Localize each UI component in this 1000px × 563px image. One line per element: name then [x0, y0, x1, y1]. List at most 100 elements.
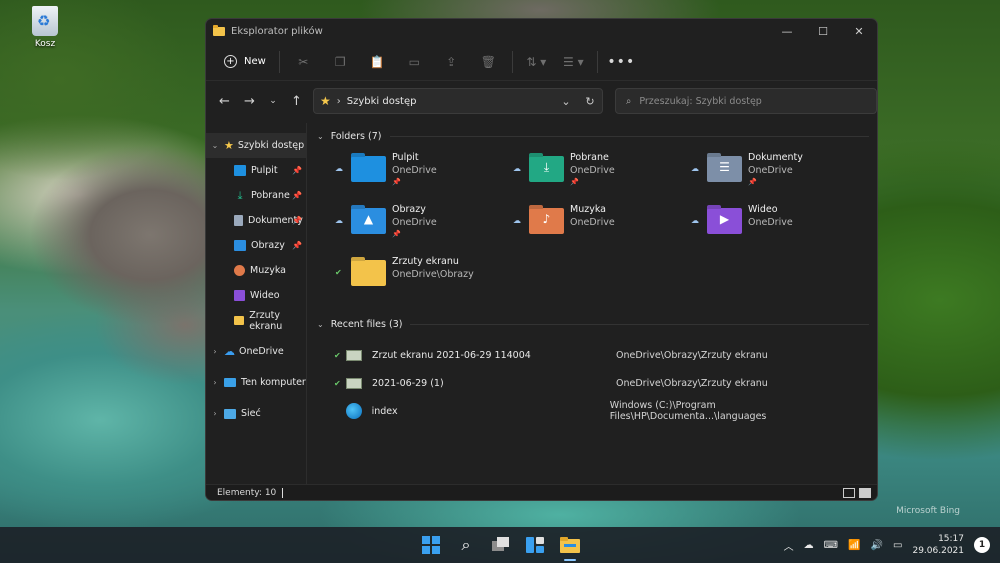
folder-tile[interactable]: ✔ Zrzuty ekranu OneDrive\Obrazy	[335, 251, 513, 303]
refresh-icon[interactable]: ↻	[578, 95, 602, 108]
clock[interactable]: 15:17 29.06.2021	[912, 533, 964, 557]
show-hidden-icons-chevron-icon[interactable]: ︿	[784, 538, 794, 553]
pictures-icon	[234, 240, 246, 251]
folder-tile[interactable]: ☁ ▶ Wideo OneDrive	[691, 199, 869, 251]
file-name: index	[371, 405, 398, 417]
details-view-icon[interactable]	[843, 487, 855, 498]
list-item[interactable]: ✔ Zrzut ekranu 2021-06-29 114004 OneDriv…	[315, 341, 869, 369]
image-file-icon	[346, 349, 362, 361]
task-view-icon[interactable]	[491, 535, 511, 555]
rename-icon[interactable]: ▭	[396, 49, 433, 75]
pin-icon: 📌	[292, 216, 302, 225]
folder-location: OneDrive	[748, 217, 793, 228]
breadcrumb-chevron-icon[interactable]: ›	[337, 96, 341, 107]
sidebar-item-wideo[interactable]: Wideo	[206, 283, 306, 308]
list-item[interactable]: ✔ 2021-06-29 (1) OneDrive\Obrazy\Zrzuty …	[315, 369, 869, 397]
sidebar-item-dokumenty[interactable]: Dokumenty 📌	[206, 208, 306, 233]
sidebar-item-pulpit[interactable]: Pulpit 📌	[206, 158, 306, 183]
collapse-chevron-icon[interactable]: ⌄	[317, 132, 324, 141]
sidebar-item-zrzuty-ekranu[interactable]: Zrzuty ekranu	[206, 308, 306, 333]
forward-arrow-icon[interactable]: →	[237, 88, 262, 114]
notification-badge[interactable]: 1	[974, 537, 990, 553]
new-button[interactable]: + New	[216, 49, 274, 75]
address-dropdown-icon[interactable]: ⌄	[554, 95, 578, 108]
volume-icon[interactable]: 🔊	[871, 540, 883, 551]
expand-chevron-icon[interactable]: ›	[206, 409, 224, 418]
onedrive-cloud-icon[interactable]: ☁	[804, 540, 814, 551]
pin-icon: 📌	[570, 178, 579, 186]
status-bar: Elementy: 10	[206, 484, 877, 500]
tiles-view-icon[interactable]	[859, 487, 871, 498]
copy-icon[interactable]: ❐	[322, 49, 359, 75]
star-icon: ★	[320, 94, 331, 108]
section-title: Recent files (3)	[330, 318, 403, 330]
search-placeholder: Przeszukaj: Szybki dostęp	[639, 95, 762, 107]
back-arrow-icon[interactable]: ←	[212, 88, 237, 114]
widgets-icon[interactable]	[525, 535, 545, 555]
folder-tile[interactable]: ☁ ▲ Obrazy OneDrive 📌	[335, 199, 513, 251]
wifi-icon[interactable]: 📶	[848, 540, 860, 551]
cloud-status-icon: ☁	[335, 216, 343, 225]
file-explorer-taskbar-icon[interactable]	[560, 535, 580, 555]
sort-icon[interactable]: ⇅ ▾	[518, 49, 555, 75]
sidebar-item-quick-access[interactable]: ⌄ ★ Szybki dostęp	[206, 133, 306, 158]
collapse-chevron-icon[interactable]: ⌄	[206, 141, 224, 150]
cloud-status-icon: ☁	[513, 164, 521, 173]
recent-locations-chevron-icon[interactable]: ⌄	[262, 88, 284, 114]
folder-location: OneDrive	[570, 217, 615, 228]
sidebar-item-label: Sieć	[241, 408, 261, 419]
pin-icon: 📌	[748, 178, 757, 186]
section-title: Folders (7)	[330, 130, 382, 142]
sidebar-item-obrazy[interactable]: Obrazy 📌	[206, 233, 306, 258]
folder-tile[interactable]: ☁ Pulpit OneDrive 📌	[335, 147, 513, 199]
start-button[interactable]	[421, 535, 441, 555]
sidebar-item-this-pc[interactable]: › Ten komputer	[206, 370, 306, 395]
search-icon[interactable]: ⌕	[456, 535, 476, 555]
folder-name: Dokumenty	[748, 152, 803, 163]
search-icon: ⌕	[626, 95, 632, 107]
delete-icon[interactable]: 🗑	[470, 49, 507, 75]
view-icon[interactable]: ☰ ▾	[555, 49, 592, 75]
maximize-button[interactable]: ☐	[805, 19, 841, 43]
expand-chevron-icon[interactable]: ›	[206, 378, 224, 387]
sidebar-item-label: Szybki dostęp	[237, 140, 305, 151]
close-button[interactable]: ✕	[841, 19, 877, 43]
windows-logo-icon	[422, 536, 440, 554]
minimize-button[interactable]: —	[769, 19, 805, 43]
up-arrow-icon[interactable]: ↑	[284, 88, 309, 114]
sidebar-item-network[interactable]: › Sieć	[206, 401, 306, 426]
folder-tile[interactable]: ☁ ⤓ Pobrane OneDrive 📌	[513, 147, 691, 199]
cut-icon[interactable]: ✂	[285, 49, 322, 75]
folder-tile[interactable]: ☁ ☰ Dokumenty OneDrive 📌	[691, 147, 869, 199]
more-options-icon[interactable]: •••	[603, 49, 640, 75]
battery-icon[interactable]: ▭	[893, 540, 902, 551]
share-icon[interactable]: ⇪	[433, 49, 470, 75]
synced-status-icon: ✔	[334, 378, 341, 388]
item-count: Elementy: 10	[217, 487, 277, 498]
sidebar-item-onedrive[interactable]: › ☁ OneDrive	[206, 339, 306, 364]
folders-section-header[interactable]: ⌄ Folders (7)	[317, 123, 869, 149]
breadcrumb-path[interactable]: Szybki dostęp	[347, 96, 554, 107]
toolbar-divider	[596, 50, 598, 73]
sidebar-item-label: Pulpit	[251, 165, 278, 176]
sidebar-item-muzyka[interactable]: Muzyka	[206, 258, 306, 283]
list-item[interactable]: index Windows (C:)\Program Files\HP\Docu…	[315, 397, 869, 425]
section-divider	[389, 135, 869, 137]
folders-grid: ☁ Pulpit OneDrive 📌 ☁ ⤓ Pobrane OneDrive…	[315, 147, 869, 303]
folder-name: Obrazy	[392, 204, 426, 215]
address-bar[interactable]: ★ › Szybki dostęp ⌄ ↻	[313, 88, 603, 114]
desktop-icon	[234, 165, 246, 176]
keyboard-icon[interactable]: ⌨	[824, 540, 838, 551]
folder-name: Pobrane	[570, 152, 609, 163]
document-icon	[234, 215, 243, 226]
recycle-bin-shortcut[interactable]: Kosz	[22, 6, 68, 49]
collapse-chevron-icon[interactable]: ⌄	[317, 320, 324, 329]
recent-files-section-header[interactable]: ⌄ Recent files (3)	[317, 311, 869, 337]
search-input[interactable]: ⌕ Przeszukaj: Szybki dostęp	[615, 88, 877, 114]
title-bar[interactable]: Eksplorator plików — ☐ ✕	[206, 19, 877, 43]
sidebar-item-pobrane[interactable]: ⤓ Pobrane 📌	[206, 183, 306, 208]
paste-icon[interactable]: 📋	[359, 49, 396, 75]
cloud-status-icon: ☁	[691, 164, 699, 173]
folder-tile[interactable]: ☁ ♪ Muzyka OneDrive	[513, 199, 691, 251]
expand-chevron-icon[interactable]: ›	[206, 347, 224, 356]
